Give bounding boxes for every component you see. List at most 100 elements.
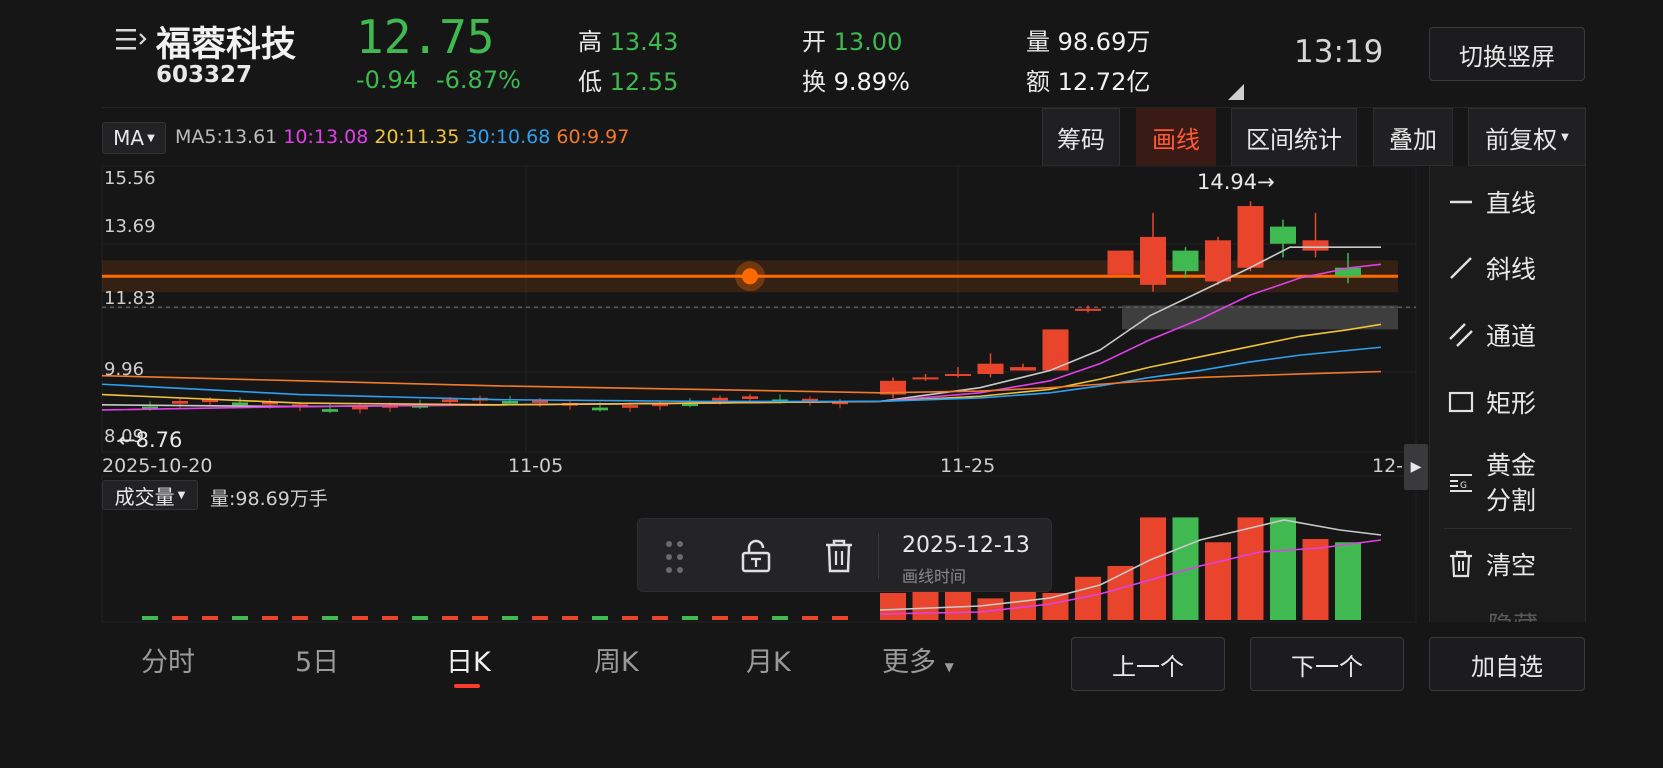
volume-indicator-select[interactable]: 成交量 ▼ [102, 480, 198, 510]
volume-bar [712, 616, 728, 620]
candle-body [945, 373, 971, 376]
candle-body [1270, 226, 1296, 244]
tab-monthly-k[interactable]: 月K [746, 640, 791, 679]
volume-bar [945, 587, 971, 620]
unlock-icon[interactable] [740, 539, 772, 573]
tool-label: 通道 [1486, 322, 1537, 351]
tool-label: 矩形 [1486, 389, 1537, 418]
volume-bar [652, 616, 668, 620]
volume-bar [382, 616, 398, 620]
volume-bar [592, 616, 608, 620]
tab-weekly-k[interactable]: 周K [594, 640, 639, 679]
add-favorite-button[interactable]: 加自选 [1429, 637, 1585, 691]
tab-daily-k[interactable]: 日K [446, 640, 491, 679]
tab-more[interactable]: 更多 ▼ [882, 640, 954, 679]
volume-bar [622, 616, 638, 620]
candle-body [1107, 250, 1134, 275]
volume-bar [880, 593, 906, 620]
volume-bar [802, 616, 818, 620]
candle-body [742, 396, 758, 400]
line-icon [1450, 200, 1472, 204]
drag-handle-icon[interactable] [664, 539, 686, 575]
kline-chart[interactable] [0, 0, 1663, 768]
candle-body [1335, 267, 1361, 277]
tool-clear-all[interactable]: 清空 [1448, 546, 1536, 582]
volume-bar [1302, 539, 1329, 620]
trash-icon [1450, 550, 1472, 578]
candle-body [442, 399, 458, 403]
y-tick-3: 11.83 [104, 288, 156, 309]
draw-edit-popup: 2025-12-13 画线时间 [637, 518, 1052, 592]
volume-bar [532, 616, 548, 620]
tool-hide-partial[interactable]: 隐藏 [1488, 612, 1548, 622]
candle-body [502, 400, 518, 404]
candle-body [1140, 236, 1166, 285]
y-tick-4: 9.96 [104, 359, 145, 380]
volume-bar [172, 616, 188, 620]
delete-drawing-icon[interactable] [824, 539, 854, 573]
draw-date: 2025-12-13 [902, 533, 1030, 558]
volume-indicator-label: 成交量 [114, 484, 175, 509]
volume-bar [682, 616, 698, 620]
tab-five-day[interactable]: 5日 [295, 640, 339, 679]
volume-bar [502, 616, 518, 620]
candle-body [1302, 240, 1329, 251]
prev-stock-button[interactable]: 上一个 [1071, 637, 1225, 691]
x-tick-3: 11-25 [940, 455, 996, 477]
volume-bar [1335, 542, 1361, 620]
volume-bar [262, 616, 278, 620]
volume-bar [472, 616, 488, 620]
volume-panel-value: 量:98.69万手 [210, 488, 328, 510]
candle-body [322, 409, 338, 412]
volume-bar [1270, 517, 1296, 620]
tool-straight-line[interactable]: 直线 [1448, 184, 1536, 220]
tools-divider [1444, 528, 1572, 529]
volume-bar [412, 616, 428, 620]
volume-bar [832, 616, 848, 620]
scroll-right-handle[interactable]: ▶ [1404, 444, 1428, 490]
tool-rectangle[interactable]: 矩形 [1448, 384, 1536, 420]
line-anchor-point [742, 268, 758, 285]
tool-golden-section[interactable]: G 黄金 分割 [1448, 448, 1536, 518]
volume-bar [1237, 517, 1264, 620]
next-stock-button[interactable]: 下一个 [1250, 637, 1404, 691]
volume-bar [442, 616, 458, 620]
tool-channel[interactable]: 通道 [1448, 317, 1536, 353]
ma20-line [101, 323, 1382, 406]
max-price-marker: 14.94→ [1197, 170, 1275, 194]
tool-label: 黄金 [1486, 451, 1537, 480]
volume-bar [912, 587, 939, 620]
volume-bar [562, 616, 578, 620]
tool-label: 分割 [1486, 486, 1537, 515]
candle-body [1010, 367, 1036, 371]
svg-text:G: G [1460, 481, 1467, 491]
candle-body [912, 377, 939, 380]
volume-bar [1140, 517, 1166, 620]
tab-minute[interactable]: 分时 [141, 640, 195, 679]
candle-body [1237, 206, 1264, 268]
golden-ratio-icon: G [1450, 474, 1472, 492]
volume-bar [1205, 542, 1231, 620]
candle-body [352, 406, 368, 410]
candle-body [232, 402, 248, 406]
channel-icon [1449, 323, 1473, 347]
tool-ray-line[interactable]: 斜线 [1448, 250, 1536, 286]
candle-body [1205, 240, 1231, 282]
volume-bar [232, 616, 248, 620]
diagonal-line-icon [1450, 257, 1472, 279]
candle-body [1075, 308, 1101, 311]
active-tab-indicator [454, 684, 480, 688]
volume-bar [772, 616, 788, 620]
volume-bar [1172, 517, 1199, 620]
x-tick-2: 11-05 [508, 455, 564, 477]
candle-body [622, 405, 638, 408]
candle-body [1172, 250, 1199, 272]
volume-bar [352, 616, 368, 620]
draw-date-caption: 画线时间 [902, 567, 967, 586]
x-tick-1: 2025-10-20 [102, 455, 213, 477]
min-price-marker: ←8.76 [118, 428, 183, 452]
candle-body [592, 407, 608, 411]
rectangle-icon [1448, 391, 1474, 413]
candle-body [977, 363, 1004, 374]
tab-more-label: 更多 [882, 647, 936, 678]
